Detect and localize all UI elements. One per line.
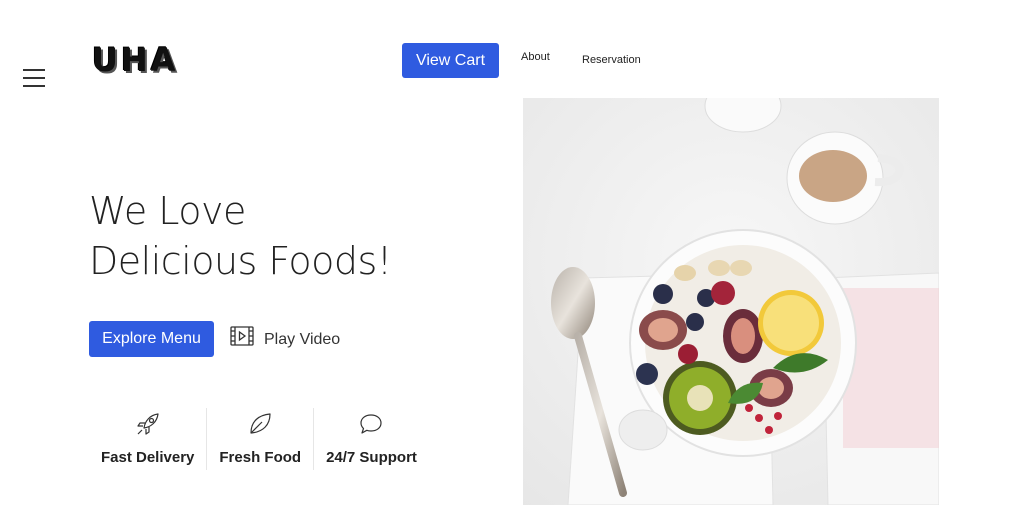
play-video-label: Play Video — [264, 331, 341, 348]
view-cart-button[interactable]: View Cart — [402, 43, 499, 78]
nav-link-about[interactable]: About — [521, 51, 550, 63]
feature-support: 24/7 Support — [313, 408, 429, 470]
film-play-icon — [230, 326, 254, 350]
feature-label: Fast Delivery — [101, 449, 195, 466]
nav-link-reservation[interactable]: Reservation — [582, 54, 641, 66]
headline-line-2: Delicious Foods! — [89, 239, 392, 283]
headline-line-1: We Love — [89, 189, 246, 233]
features-row: Fast Delivery Fresh Food 24/7 Support — [89, 408, 429, 470]
feature-label: Fresh Food — [219, 449, 302, 466]
hero-food-image — [523, 98, 939, 505]
feature-label: 24/7 Support — [326, 449, 417, 466]
explore-menu-button[interactable]: Explore Menu — [89, 321, 214, 357]
feature-fresh-food: Fresh Food — [206, 408, 313, 470]
chat-bubble-icon — [358, 408, 384, 440]
hero-headline: We Love Delicious Foods! — [89, 186, 392, 286]
leaf-icon — [247, 408, 273, 440]
play-video-button[interactable]: Play Video — [230, 326, 340, 350]
hamburger-menu-icon[interactable] — [23, 67, 45, 89]
logo[interactable]: UHA — [92, 41, 179, 79]
feature-fast-delivery: Fast Delivery — [89, 408, 206, 470]
rocket-icon — [135, 408, 161, 440]
